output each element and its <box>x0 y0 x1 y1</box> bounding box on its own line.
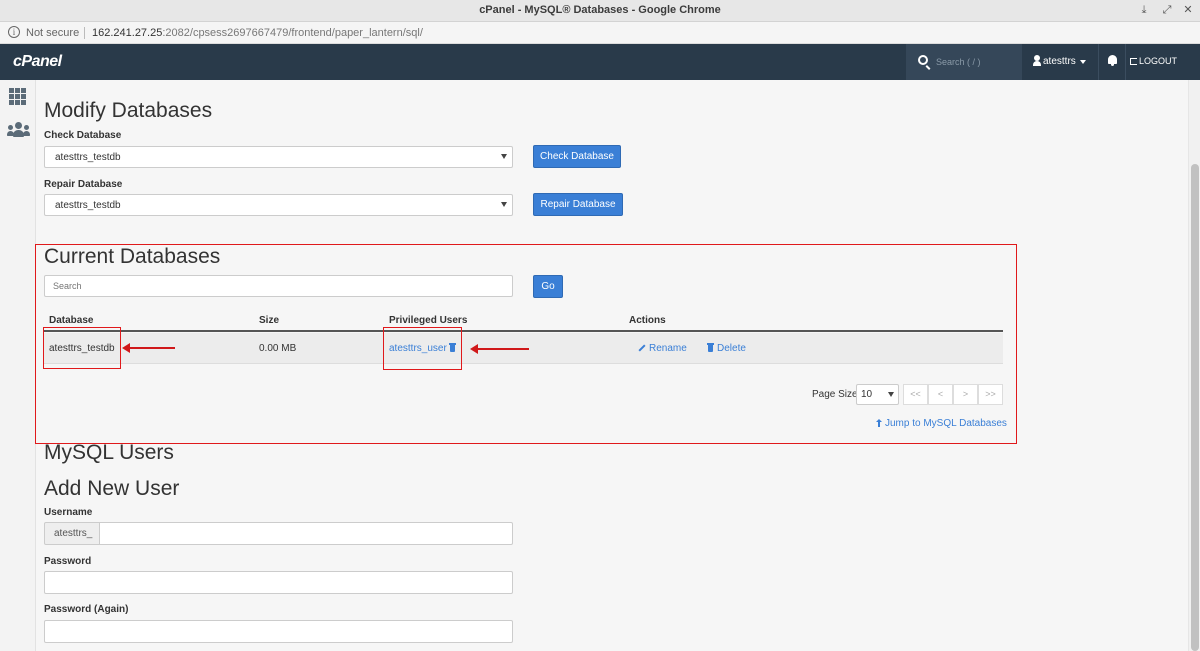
modify-databases-heading: Modify Databases <box>44 99 213 122</box>
annotation-arrow-user <box>470 344 529 354</box>
top-navbar: cPanel atesttrs LOGOUT <box>0 44 1200 80</box>
mysql-users-heading: MySQL Users <box>44 441 174 464</box>
check-database-label: Check Database <box>44 130 122 141</box>
username: atesttrs <box>1043 56 1076 67</box>
minimize-icon[interactable]: ⤓ <box>1137 3 1151 17</box>
password-again-field[interactable] <box>44 620 513 643</box>
add-new-user-heading: Add New User <box>44 477 180 500</box>
annotation-current-databases-box <box>35 244 1017 444</box>
url-text[interactable]: 162.241.27.25:2082/cpsess2697667479/fron… <box>92 27 423 39</box>
username-label: Username <box>44 507 93 518</box>
annotation-database-box <box>43 327 121 369</box>
check-database-value: atesttrs_testdb <box>55 152 121 163</box>
security-indicator[interactable]: Not secure <box>26 27 79 39</box>
check-database-select[interactable]: atesttrs_testdb <box>44 146 513 168</box>
users-icon[interactable] <box>7 122 31 138</box>
notifications-button[interactable] <box>1098 44 1126 80</box>
password-again-label: Password (Again) <box>44 604 129 615</box>
password-label: Password <box>44 556 92 567</box>
info-icon[interactable]: i <box>8 26 20 38</box>
window-titlebar: cPanel - MySQL® Databases - Google Chrom… <box>0 0 1200 22</box>
close-icon[interactable]: ✕ <box>1181 3 1195 17</box>
user-menu[interactable]: atesttrs <box>1022 44 1098 80</box>
repair-database-select[interactable]: atesttrs_testdb <box>44 194 513 216</box>
bell-icon <box>1108 55 1117 66</box>
window-title: cPanel - MySQL® Databases - Google Chrom… <box>479 4 721 16</box>
logout-icon <box>1130 58 1137 65</box>
search-icon <box>918 55 928 65</box>
annotation-arrow-database <box>122 343 175 353</box>
username-prefix: atesttrs_ <box>44 522 100 545</box>
left-rail <box>0 80 36 651</box>
user-icon <box>1033 55 1041 66</box>
logout-label: LOGOUT <box>1139 56 1178 66</box>
logout-button[interactable]: LOGOUT <box>1130 56 1177 66</box>
chevron-down-icon <box>501 202 507 207</box>
grid-icon[interactable] <box>9 88 27 105</box>
chevron-down-icon <box>501 154 507 159</box>
nav-search-input[interactable] <box>936 54 1016 70</box>
maximize-icon[interactable]: ⤢ <box>1160 3 1174 17</box>
annotation-user-box <box>383 327 462 370</box>
repair-database-button[interactable]: Repair Database <box>533 193 623 216</box>
nav-search <box>906 44 1022 80</box>
page-scrollbar[interactable] <box>1188 80 1200 651</box>
url-host: 162.241.27.25 <box>92 27 163 39</box>
scrollbar-thumb[interactable] <box>1191 164 1199 651</box>
cpanel-logo[interactable]: cPanel <box>13 53 62 71</box>
url-path: :2082/cpsess2697667479/frontend/paper_la… <box>162 27 423 39</box>
chevron-down-icon <box>1080 60 1086 64</box>
username-field[interactable] <box>99 522 513 545</box>
password-field[interactable] <box>44 571 513 594</box>
check-database-button[interactable]: Check Database <box>533 145 621 168</box>
address-bar[interactable]: i Not secure 162.241.27.25:2082/cpsess26… <box>0 22 1200 44</box>
address-separator <box>84 27 85 39</box>
repair-database-label: Repair Database <box>44 179 123 190</box>
repair-database-value: atesttrs_testdb <box>55 200 121 211</box>
